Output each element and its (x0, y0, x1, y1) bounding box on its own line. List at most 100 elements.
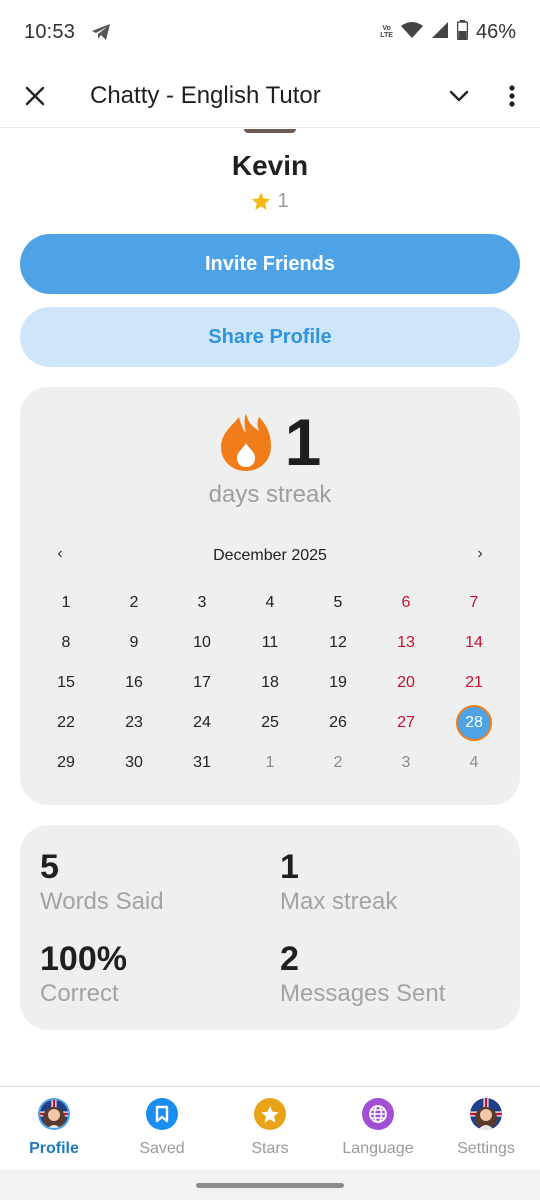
calendar-day-number: 5 (333, 594, 343, 611)
avatar (244, 129, 296, 133)
calendar-day[interactable]: 4 (440, 743, 508, 783)
calendar-day-number: 29 (57, 754, 75, 771)
nav-item-language[interactable]: Language (324, 1087, 432, 1171)
calendar-day-number: 14 (465, 634, 483, 651)
more-options-button[interactable] (484, 64, 540, 128)
calendar-day-number: 22 (57, 714, 75, 731)
calendar-header: ‹ December 2025 › (20, 545, 520, 569)
nav-label: Language (342, 1140, 414, 1157)
bookmark-icon (146, 1098, 178, 1130)
calendar-day[interactable]: 29 (32, 743, 100, 783)
calendar-day-number: 17 (193, 674, 211, 691)
calendar-day-number: 31 (193, 754, 211, 771)
bottom-nav: Profile Saved Stars Language Settings (0, 1086, 540, 1170)
calendar-day[interactable]: 2 (304, 743, 372, 783)
nav-item-settings[interactable]: Settings (432, 1087, 540, 1171)
gesture-handle[interactable] (196, 1183, 344, 1188)
calendar-day[interactable]: 10 (168, 623, 236, 663)
stat-messages-sent: 2 Messages Sent (280, 940, 500, 1010)
calendar-day-number: 24 (193, 714, 211, 731)
calendar-day[interactable]: 2 (100, 583, 168, 623)
calendar-day[interactable]: 30 (100, 743, 168, 783)
streak-header: 1 (20, 407, 520, 477)
calendar-day[interactable]: 4 (236, 583, 304, 623)
page-title: Chatty - English Tutor (90, 81, 321, 109)
calendar-day-number: 13 (397, 634, 415, 651)
calendar-day[interactable]: 20 (372, 663, 440, 703)
calendar-day[interactable]: 23 (100, 703, 168, 743)
calendar-day-number: 1 (265, 754, 275, 771)
stats-card: 5 Words Said 1 Max streak 100% Correct 2… (20, 825, 520, 1030)
calendar-day[interactable]: 9 (100, 623, 168, 663)
calendar-day[interactable]: 26 (304, 703, 372, 743)
calendar-day[interactable]: 24 (168, 703, 236, 743)
nav-item-saved[interactable]: Saved (108, 1087, 216, 1171)
stat-label: Correct (40, 980, 119, 1007)
calendar-day[interactable]: 3 (168, 583, 236, 623)
stat-label: Max streak (280, 888, 398, 915)
streak-card: 1 days streak ‹ December 2025 › 12345678… (20, 387, 520, 805)
invite-friends-button[interactable]: Invite Friends (20, 234, 520, 294)
calendar-day[interactable]: 31 (168, 743, 236, 783)
calendar-day[interactable]: 21 (440, 663, 508, 703)
calendar-day-number: 7 (469, 594, 479, 611)
flame-icon (220, 413, 271, 471)
status-bar: 10:53 Vo LTE 46% (0, 0, 540, 64)
status-time: 10:53 (24, 20, 76, 43)
stat-value: 1 (280, 848, 299, 886)
signal-icon (431, 21, 449, 44)
wifi-icon (400, 21, 423, 44)
calendar-day[interactable]: 13 (372, 623, 440, 663)
calendar-day[interactable]: 27 (372, 703, 440, 743)
stat-label: Words Said (40, 888, 164, 915)
calendar-day[interactable]: 16 (100, 663, 168, 703)
nav-item-profile[interactable]: Profile (0, 1087, 108, 1171)
more-vert-icon (509, 84, 515, 107)
calendar-day-today[interactable]: 28 (440, 703, 508, 743)
calendar-day-number: 8 (61, 634, 71, 651)
calendar-day-number: 9 (129, 634, 139, 651)
calendar-day[interactable]: 25 (236, 703, 304, 743)
calendar-day[interactable]: 6 (372, 583, 440, 623)
share-profile-button[interactable]: Share Profile (20, 307, 520, 367)
stat-value: 100% (40, 940, 127, 978)
calendar-next-button[interactable]: › (470, 545, 490, 563)
globe-icon (362, 1098, 394, 1130)
app-bar: Chatty - English Tutor (0, 64, 540, 128)
calendar-day[interactable]: 18 (236, 663, 304, 703)
calendar-day[interactable]: 19 (304, 663, 372, 703)
stat-words-said: 5 Words Said (40, 848, 260, 918)
calendar-day[interactable]: 8 (32, 623, 100, 663)
nav-label: Stars (251, 1140, 289, 1157)
calendar-day[interactable]: 1 (236, 743, 304, 783)
calendar-day[interactable]: 1 (32, 583, 100, 623)
nav-label: Settings (457, 1140, 515, 1157)
calendar-day-number: 26 (329, 714, 347, 731)
nav-label: Saved (139, 1140, 185, 1157)
calendar-day[interactable]: 11 (236, 623, 304, 663)
calendar-day-number: 6 (401, 594, 411, 611)
battery-icon (456, 19, 469, 45)
calendar-day[interactable]: 15 (32, 663, 100, 703)
calendar-day-number: 10 (193, 634, 211, 651)
calendar-day[interactable]: 14 (440, 623, 508, 663)
profile-name: Kevin (231, 150, 309, 181)
star-count: 1 (277, 190, 289, 212)
calendar-day[interactable]: 5 (304, 583, 372, 623)
calendar-day[interactable]: 7 (440, 583, 508, 623)
calendar-day[interactable]: 3 (372, 743, 440, 783)
calendar-day-number: 11 (261, 634, 279, 651)
streak-count: 1 (284, 405, 322, 479)
calendar-day[interactable]: 22 (32, 703, 100, 743)
calendar-day-number: 1 (61, 594, 71, 611)
close-button[interactable] (0, 64, 70, 128)
calendar-day-number: 2 (333, 754, 343, 771)
calendar-day-number: 2 (129, 594, 139, 611)
calendar-grid: 1 2 3 4 5 6 7 8 9 10 11 12 13 14 15 16 17 18 19 20 21 22 23 24 2… (32, 583, 508, 783)
calendar-day[interactable]: 17 (168, 663, 236, 703)
calendar-day-number: 25 (261, 714, 279, 731)
calendar-day[interactable]: 12 (304, 623, 372, 663)
profile-avatar-icon (38, 1098, 70, 1130)
expand-button[interactable] (434, 64, 484, 128)
nav-item-stars[interactable]: Stars (216, 1087, 324, 1171)
